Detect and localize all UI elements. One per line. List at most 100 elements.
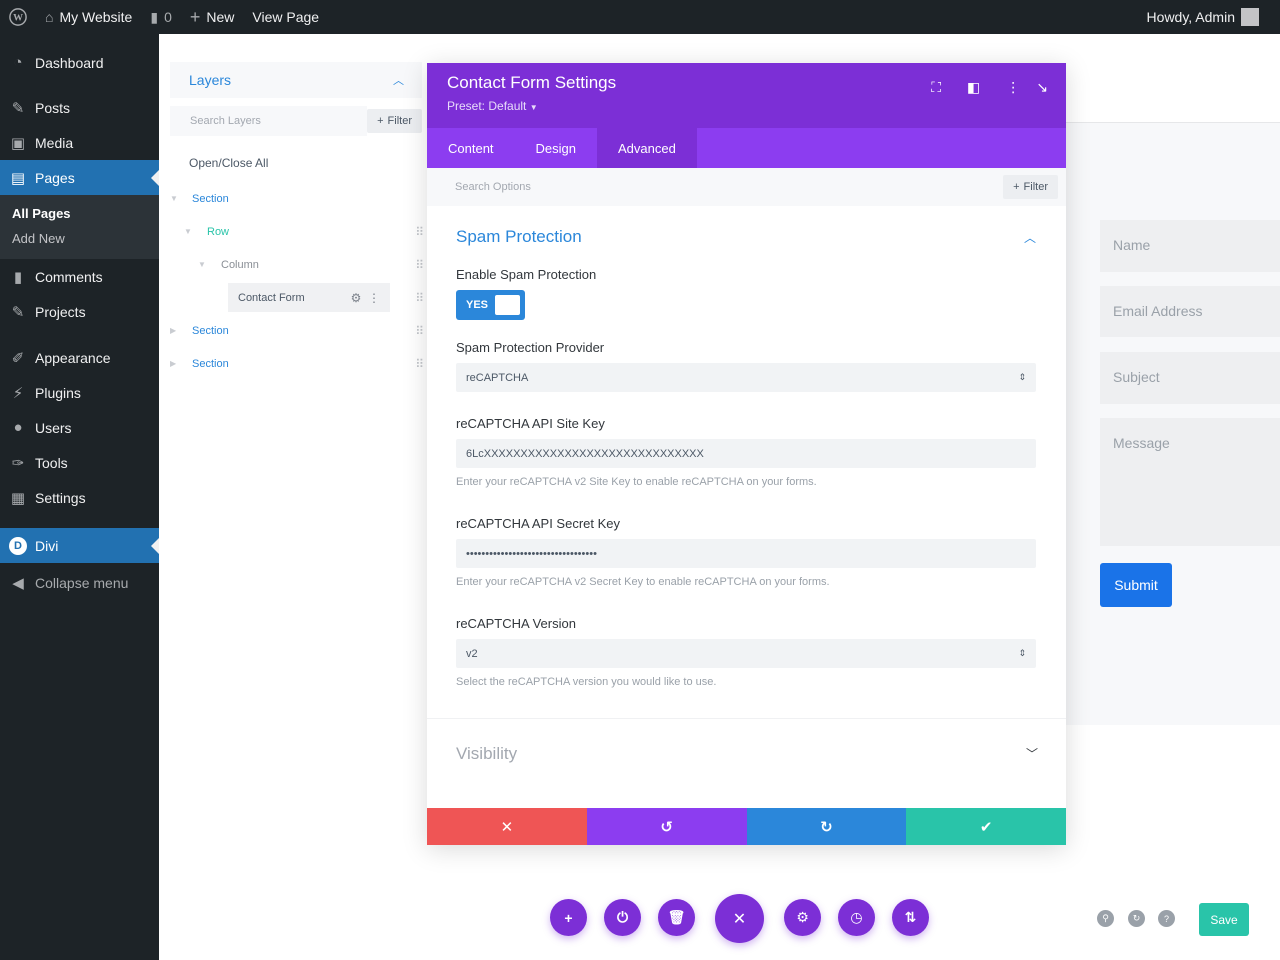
sidebar-item-appearance[interactable]: ✐ Appearance <box>0 340 159 375</box>
undo-button[interactable]: ↺ <box>586 808 747 845</box>
history-button[interactable]: ◷ <box>838 899 875 936</box>
name-field[interactable]: Name <box>1100 220 1280 272</box>
site-name-link[interactable]: ⌂ My Website <box>36 0 141 34</box>
delete-button[interactable]: 🗑 <box>658 899 695 936</box>
sidebar-item-plugins[interactable]: ⚡ Plugins <box>0 375 159 410</box>
caret-down-icon[interactable]: ▼ <box>170 194 182 203</box>
refresh-icon[interactable]: ↻ <box>1128 910 1145 927</box>
sidebar-item-label: Divi <box>35 537 59 554</box>
layer-section[interactable]: ▶ Section ⠿ <box>170 314 424 347</box>
new-content-link[interactable]: + New <box>181 0 244 34</box>
collapse-menu-button[interactable]: ◀ Collapse menu <box>0 565 159 600</box>
layer-section[interactable]: ▼ Section <box>170 182 422 215</box>
tab-design[interactable]: Design <box>515 128 597 168</box>
tab-advanced[interactable]: Advanced <box>597 128 697 168</box>
layer-column[interactable]: ▼ Column ⠿ <box>170 248 424 281</box>
spam-protection-toggle-group[interactable]: Spam Protection ︿ <box>456 227 1036 247</box>
version-select[interactable]: v2 ⇕ <box>456 639 1036 668</box>
pin-icon: ✎ <box>11 99 25 117</box>
layers-search-input[interactable]: Search Layers <box>170 106 368 136</box>
plus-icon: + <box>189 6 201 27</box>
spam-protection-toggle[interactable]: YES <box>456 290 525 320</box>
admin-bar: W ⌂ My Website ▮ 0 + New View Page Howdy… <box>0 0 1280 34</box>
caret-down-icon[interactable]: ▼ <box>198 260 210 269</box>
tab-content[interactable]: Content <box>427 128 515 168</box>
caret-right-icon[interactable]: ▶ <box>170 326 182 335</box>
preset-dropdown[interactable]: Preset: Default ▼ <box>447 99 1066 113</box>
gear-icon[interactable]: ⚙ <box>351 291 362 305</box>
layer-section[interactable]: ▶ Section ⠿ <box>170 347 424 380</box>
plus-icon: + <box>564 909 573 926</box>
discard-button[interactable]: ✕ <box>427 808 587 845</box>
sidebar-item-label: Settings <box>35 489 86 506</box>
split-view-icon[interactable]: ◧ <box>967 79 980 96</box>
portability-button[interactable]: ⇅ <box>892 899 929 936</box>
fullscreen-icon[interactable]: ⛶ <box>931 79 941 96</box>
sidebar-item-divi[interactable]: D Divi <box>0 528 159 563</box>
settings-button[interactable]: ⚙ <box>784 899 821 936</box>
layer-contact-form[interactable]: Contact Form ⚙ ⋮ ⠿ <box>170 281 424 314</box>
subject-field[interactable]: Subject <box>1100 352 1280 404</box>
account-menu[interactable]: Howdy, Admin <box>1138 0 1268 34</box>
settings-icon: ▦ <box>10 489 26 507</box>
chevron-up-icon[interactable]: ︿ <box>393 72 404 88</box>
email-field[interactable]: Email Address <box>1100 286 1280 337</box>
provider-select[interactable]: reCAPTCHA ⇕ <box>456 363 1036 392</box>
divi-icon: D <box>9 536 27 555</box>
sidebar-item-settings[interactable]: ▦ Settings <box>0 480 159 515</box>
drag-handle-icon[interactable]: ⠿ <box>415 357 424 371</box>
save-button[interactable]: Save <box>1199 903 1249 936</box>
pages-icon: ▤ <box>10 169 26 187</box>
drag-handle-icon[interactable]: ⠿ <box>415 258 424 272</box>
sidebar-item-projects[interactable]: ✎ Projects <box>0 294 159 329</box>
open-close-all-link[interactable]: Open/Close All <box>170 136 422 182</box>
sidebar-item-users[interactable]: ● Users <box>0 410 159 445</box>
layer-row[interactable]: ▼ Row ⠿ <box>170 215 424 248</box>
view-page-link[interactable]: View Page <box>243 0 328 34</box>
wordpress-logo-icon[interactable]: W <box>0 0 36 34</box>
sidebar-item-dashboard[interactable]: ◔ Dashboard <box>0 45 159 80</box>
layer-label: Column <box>221 258 259 271</box>
site-name-label: My Website <box>59 9 133 25</box>
plug-icon: ⚡ <box>12 384 24 402</box>
sidebar-item-tools[interactable]: ✑ Tools <box>0 445 159 480</box>
drag-handle-icon[interactable]: ⠿ <box>415 291 424 305</box>
submenu-all-pages[interactable]: All Pages <box>0 201 159 226</box>
caret-down-icon: ▼ <box>529 103 538 112</box>
secret-key-input[interactable]: •••••••••••••••••••••••••••••••••• <box>456 539 1036 568</box>
view-page-label: View Page <box>252 9 320 25</box>
site-key-input[interactable]: 6LcXXXXXXXXXXXXXXXXXXXXXXXXXXXXXX <box>456 439 1036 468</box>
add-button[interactable]: + <box>550 899 587 936</box>
sidebar-item-pages[interactable]: ▤ Pages <box>0 160 159 195</box>
sidebar-item-comments[interactable]: ▮ Comments <box>0 259 159 294</box>
toggle-knob <box>495 295 520 315</box>
search-options-input[interactable]: Search Options <box>455 181 531 193</box>
help-icon[interactable]: ? <box>1158 910 1175 927</box>
options-filter-button[interactable]: + Filter <box>1003 175 1058 199</box>
secret-key-help: Enter your reCAPTCHA v2 Secret Key to en… <box>456 576 830 588</box>
drag-handle-icon[interactable]: ⠿ <box>415 324 424 338</box>
layer-label: Section <box>192 357 229 370</box>
comments-link[interactable]: ▮ 0 <box>141 0 181 34</box>
redo-button[interactable]: ↻ <box>746 808 907 845</box>
more-icon[interactable]: ⋮ <box>368 291 380 305</box>
resize-icon[interactable]: ↘ <box>1036 79 1048 96</box>
caret-right-icon[interactable]: ▶ <box>170 359 182 368</box>
layers-header[interactable]: Layers ︿ <box>170 62 422 98</box>
admin-sidebar: ◔ Dashboard ✎ Posts ▣ Media ▤ Pages All Page… <box>0 34 159 960</box>
sidebar-item-posts[interactable]: ✎ Posts <box>0 90 159 125</box>
submenu-add-new[interactable]: Add New <box>0 226 159 251</box>
layer-label: Section <box>192 192 229 205</box>
power-button[interactable]: ⏻ <box>604 899 641 936</box>
zoom-icon[interactable]: ⚲ <box>1097 910 1114 927</box>
more-icon[interactable]: ⋮ <box>1006 79 1020 96</box>
submit-button[interactable]: Submit <box>1100 563 1172 607</box>
drag-handle-icon[interactable]: ⠿ <box>415 225 424 239</box>
message-field[interactable]: Message <box>1100 418 1280 546</box>
confirm-button[interactable]: ✔ <box>906 808 1066 845</box>
layers-filter-button[interactable]: + Filter <box>367 109 422 133</box>
sidebar-item-media[interactable]: ▣ Media <box>0 125 159 160</box>
close-toolbar-button[interactable]: ✕ <box>715 894 764 943</box>
caret-down-icon[interactable]: ▼ <box>184 227 196 236</box>
visibility-toggle-group[interactable]: Visibility ﹀ <box>427 718 1066 788</box>
